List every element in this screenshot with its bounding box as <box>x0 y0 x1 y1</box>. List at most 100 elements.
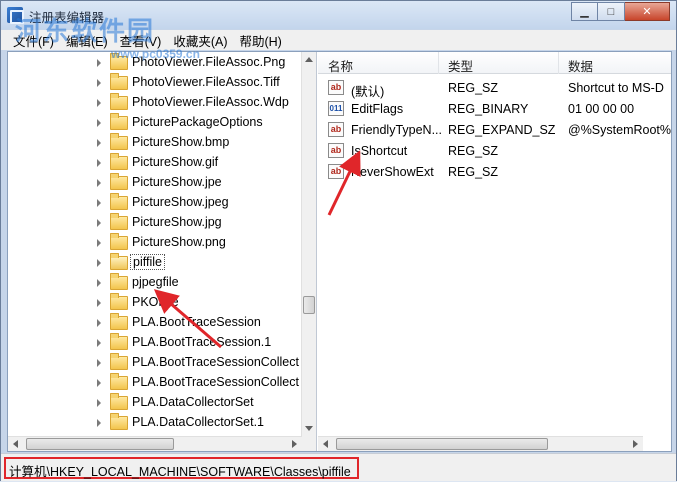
tree-item-label: PLA.DataCollectorSet.1 <box>132 415 265 429</box>
expand-arrow-icon[interactable] <box>97 139 101 147</box>
folder-icon <box>110 353 128 370</box>
expand-arrow-icon[interactable] <box>97 419 101 427</box>
tree-item[interactable]: piffile <box>8 253 303 273</box>
value-row[interactable]: 011 EditFlags REG_BINARY 01 00 00 00 <box>318 98 671 119</box>
tree-item-label: PLA.BootTraceSession.1 <box>132 335 272 349</box>
expand-arrow-icon[interactable] <box>97 159 101 167</box>
tree-item-label: PhotoViewer.FileAssoc.Wdp <box>132 95 289 109</box>
scroll-up-icon[interactable] <box>305 57 313 62</box>
tree-item[interactable]: PictureShow.jpe <box>8 173 303 193</box>
scroll-left-icon[interactable] <box>323 440 328 448</box>
value-name: FriendlyTypeN... <box>351 123 443 137</box>
value-row[interactable]: ab IsShortcut REG_SZ <box>318 140 671 161</box>
value-row[interactable]: ab FriendlyTypeN... REG_EXPAND_SZ @%SystemR… <box>318 119 671 140</box>
tree-horizontal-scrollbar[interactable] <box>8 436 302 451</box>
tree-item-label: PLA.BootTraceSession <box>132 315 261 329</box>
expand-arrow-icon[interactable] <box>97 199 101 207</box>
tree-item[interactable]: PhotoViewer.FileAssoc.Png <box>8 53 303 73</box>
menu-view[interactable]: 查看(V) <box>114 31 168 50</box>
tree-item-label: PictureShow.gif <box>132 155 219 169</box>
string-value-icon: ab <box>328 164 344 179</box>
expand-arrow-icon[interactable] <box>97 219 101 227</box>
tree-item[interactable]: PLA.BootTraceSessionCollect <box>8 353 303 373</box>
value-type: REG_SZ <box>448 165 499 179</box>
scroll-left-icon[interactable] <box>13 440 18 448</box>
tree-item-label: PictureShow.jpe <box>132 175 222 189</box>
tree-item[interactable]: PLA.BootTraceSession <box>8 313 303 333</box>
tree-item[interactable]: pjpegfile <box>8 273 303 293</box>
expand-arrow-icon[interactable] <box>97 359 101 367</box>
column-divider[interactable] <box>558 52 559 74</box>
tree-item[interactable]: PhotoViewer.FileAssoc.Wdp <box>8 93 303 113</box>
scroll-down-icon[interactable] <box>305 426 313 431</box>
tree-item[interactable]: PLA.DataCollectorSet <box>8 393 303 413</box>
menu-bar: 文件(F) 编辑(E) 查看(V) 收藏夹(A) 帮助(H) <box>1 30 676 50</box>
tree-item-label: PLA.DataCollectorSet <box>132 395 254 409</box>
expand-arrow-icon[interactable] <box>97 339 101 347</box>
tree-item[interactable]: PicturePackageOptions <box>8 113 303 133</box>
tree-item[interactable]: PictureShow.jpeg <box>8 193 303 213</box>
tree-item-label: pjpegfile <box>132 275 179 289</box>
tree-item[interactable]: PLA.BootTraceSession.1 <box>8 333 303 353</box>
folder-icon <box>110 53 128 70</box>
values-list-pane[interactable]: 名称 类型 数据 ab (默认) REG_SZ Shortcut to MS-D 011… <box>318 52 671 451</box>
tree-vertical-scrollbar[interactable] <box>301 52 316 436</box>
column-name[interactable]: 名称 <box>328 56 353 75</box>
column-data[interactable]: 数据 <box>568 56 593 75</box>
expand-arrow-icon[interactable] <box>97 99 101 107</box>
expand-arrow-icon[interactable] <box>97 79 101 87</box>
tree-item[interactable]: PhotoViewer.FileAssoc.Tiff <box>8 73 303 93</box>
folder-icon <box>110 233 128 250</box>
value-row[interactable]: ab (默认) REG_SZ Shortcut to MS-D <box>318 77 671 99</box>
value-row[interactable]: ab NeverShowExt REG_SZ <box>318 161 671 182</box>
scroll-corner <box>302 436 316 451</box>
tree-hscroll-thumb[interactable] <box>26 438 174 450</box>
expand-arrow-icon[interactable] <box>97 399 101 407</box>
tree-item-label: PLA.BootTraceSessionCollect <box>132 375 299 389</box>
menu-help[interactable]: 帮助(H) <box>233 31 287 50</box>
tree-item-label: PictureShow.jpg <box>132 215 222 229</box>
scroll-right-icon[interactable] <box>292 440 297 448</box>
registry-path: 计算机\HKEY_LOCAL_MACHINE\SOFTWARE\Classes\… <box>4 457 359 479</box>
expand-arrow-icon[interactable] <box>97 379 101 387</box>
menu-edit[interactable]: 编辑(E) <box>60 31 114 50</box>
tree-item[interactable]: PictureShow.bmp <box>8 133 303 153</box>
tree-scroll-thumb[interactable] <box>303 296 315 314</box>
tree-item-label: PKOFile <box>132 295 179 309</box>
tree-item[interactable]: PictureShow.png <box>8 233 303 253</box>
expand-arrow-icon[interactable] <box>97 319 101 327</box>
string-value-icon: ab <box>328 122 344 137</box>
expand-arrow-icon[interactable] <box>97 279 101 287</box>
menu-favorites[interactable]: 收藏夹(A) <box>167 31 233 50</box>
expand-arrow-icon[interactable] <box>97 179 101 187</box>
values-horizontal-scrollbar[interactable] <box>318 436 643 451</box>
expand-arrow-icon[interactable] <box>97 119 101 127</box>
expand-arrow-icon[interactable] <box>97 259 101 267</box>
maximize-button[interactable]: □ <box>598 2 625 21</box>
column-divider[interactable] <box>438 52 439 74</box>
title-bar[interactable]: 注册表编辑器 ▁ □ ✕ <box>1 1 676 29</box>
tree-item[interactable]: PictureShow.jpg <box>8 213 303 233</box>
folder-icon <box>110 213 128 230</box>
minimize-button[interactable]: ▁ <box>571 2 598 21</box>
tree-item-label: PictureShow.jpeg <box>132 195 229 209</box>
folder-icon <box>110 193 128 210</box>
close-button[interactable]: ✕ <box>625 2 670 21</box>
tree-item[interactable]: PictureShow.gif <box>8 153 303 173</box>
folder-icon <box>110 393 128 410</box>
values-hscroll-thumb[interactable] <box>336 438 548 450</box>
tree-item[interactable]: PLA.BootTraceSessionCollect <box>8 373 303 393</box>
string-value-icon: ab <box>328 80 344 95</box>
key-tree-pane[interactable]: PhotoViewer.FileAssoc.Png PhotoViewer.Fil… <box>8 52 317 451</box>
scroll-right-icon[interactable] <box>633 440 638 448</box>
folder-icon <box>110 113 128 130</box>
expand-arrow-icon[interactable] <box>97 299 101 307</box>
tree-item[interactable]: PLA.DataCollectorSet.1 <box>8 413 303 433</box>
expand-arrow-icon[interactable] <box>97 239 101 247</box>
value-data: Shortcut to MS-D <box>568 81 664 95</box>
menu-file[interactable]: 文件(F) <box>7 31 60 50</box>
folder-icon <box>110 73 128 90</box>
column-type[interactable]: 类型 <box>448 56 473 75</box>
expand-arrow-icon[interactable] <box>97 59 101 67</box>
tree-item[interactable]: PKOFile <box>8 293 303 313</box>
